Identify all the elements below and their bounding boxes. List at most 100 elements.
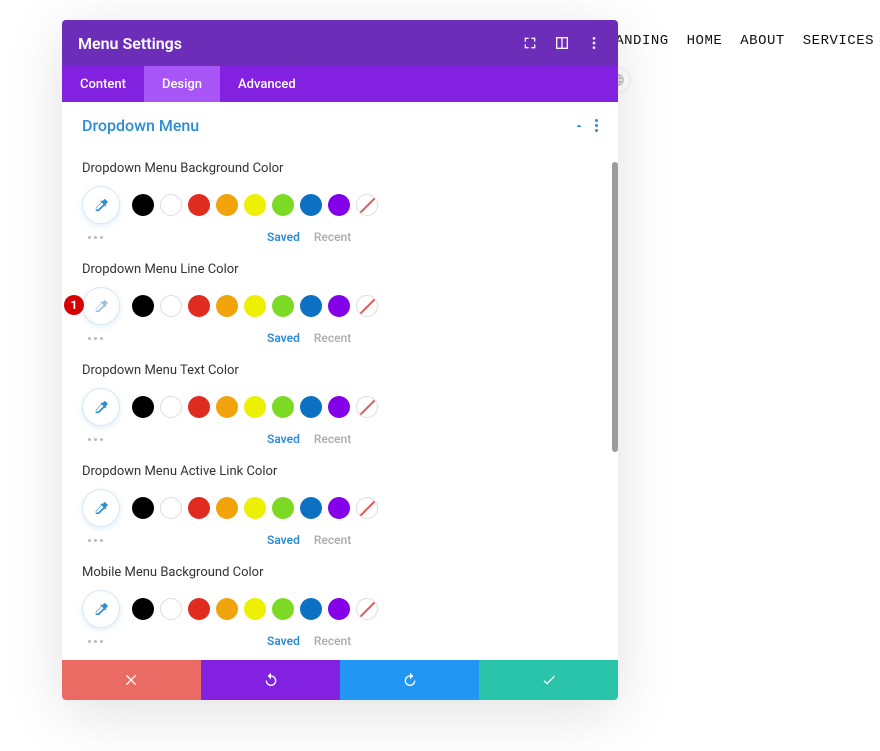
eyedropper-button[interactable] <box>82 287 120 325</box>
group-dropdown-bg: Dropdown Menu Background Color Saved <box>62 143 618 244</box>
section-title[interactable]: Dropdown Menu <box>82 116 573 135</box>
swatch-more-icon[interactable] <box>84 232 107 243</box>
swatch-none[interactable] <box>356 295 378 317</box>
swatch-black[interactable] <box>132 194 154 216</box>
swatch-purple[interactable] <box>328 194 350 216</box>
swatch-green[interactable] <box>272 497 294 519</box>
group-mobile-text: Mobile Menu Text Color Saved Re <box>62 648 618 660</box>
saved-tab[interactable]: Saved <box>267 634 300 648</box>
swatch-row <box>82 489 598 527</box>
recent-tab[interactable]: Recent <box>314 533 351 547</box>
swatch-white[interactable] <box>160 598 182 620</box>
swatch-green[interactable] <box>272 598 294 620</box>
swatch-row <box>82 388 598 426</box>
swatch-yellow[interactable] <box>244 598 266 620</box>
annotation-badge-1: 1 <box>64 295 84 315</box>
recent-tab[interactable]: Recent <box>314 432 351 446</box>
swatch-more-icon[interactable] <box>84 636 107 647</box>
swatch-none[interactable] <box>356 598 378 620</box>
swatch-green[interactable] <box>272 295 294 317</box>
nav-link-services[interactable]: SERVICES <box>803 33 874 49</box>
more-icon[interactable] <box>586 35 602 51</box>
swatch-purple[interactable] <box>328 396 350 418</box>
swatch-purple[interactable] <box>328 598 350 620</box>
swatch-none[interactable] <box>356 497 378 519</box>
redo-button[interactable] <box>340 660 479 700</box>
eyedropper-button[interactable] <box>82 590 120 628</box>
swatch-blue[interactable] <box>300 598 322 620</box>
eyedropper-button[interactable] <box>82 489 120 527</box>
tab-advanced[interactable]: Advanced <box>220 66 314 102</box>
swatch-more-icon[interactable] <box>84 535 107 546</box>
swatch-more-icon[interactable] <box>84 333 107 344</box>
nav-link-about[interactable]: ABOUT <box>740 33 785 49</box>
swatch-orange[interactable] <box>216 396 238 418</box>
swatch-white[interactable] <box>160 295 182 317</box>
recent-tab[interactable]: Recent <box>314 230 351 244</box>
expand-icon[interactable] <box>522 35 538 51</box>
swatch-white[interactable] <box>160 396 182 418</box>
swatch-red[interactable] <box>188 497 210 519</box>
swatch-orange[interactable] <box>216 497 238 519</box>
tab-content[interactable]: Content <box>62 66 144 102</box>
recent-tab[interactable]: Recent <box>314 331 351 345</box>
undo-button[interactable] <box>201 660 340 700</box>
swatch-red[interactable] <box>188 396 210 418</box>
recent-tab[interactable]: Recent <box>314 634 351 648</box>
group-mobile-bg: Mobile Menu Background Color Saved <box>62 547 618 648</box>
swatch-orange[interactable] <box>216 598 238 620</box>
group-dropdown-active-link: Dropdown Menu Active Link Color Saved <box>62 446 618 547</box>
tabs: Content Design Advanced <box>62 66 618 102</box>
swatch-red[interactable] <box>188 598 210 620</box>
swatch-green[interactable] <box>272 396 294 418</box>
saved-tab[interactable]: Saved <box>267 432 300 446</box>
header-actions <box>522 35 602 51</box>
confirm-button[interactable] <box>479 660 618 700</box>
eyedropper-button[interactable] <box>82 388 120 426</box>
swatch-yellow[interactable] <box>244 194 266 216</box>
section-more-icon[interactable] <box>595 119 598 132</box>
tab-design[interactable]: Design <box>144 66 220 102</box>
swatch-none[interactable] <box>356 194 378 216</box>
swatch-yellow[interactable] <box>244 497 266 519</box>
menu-settings-panel: Menu Settings Content Design Advanced Dr… <box>62 20 618 700</box>
swatch-orange[interactable] <box>216 295 238 317</box>
swatch-yellow[interactable] <box>244 396 266 418</box>
swatch-none[interactable] <box>356 396 378 418</box>
saved-tab[interactable]: Saved <box>267 331 300 345</box>
panel-layout-icon[interactable] <box>554 35 570 51</box>
group-label: Mobile Menu Background Color <box>82 565 598 580</box>
group-dropdown-line: Dropdown Menu Line Color 1 Saved <box>62 244 618 345</box>
swatch-purple[interactable] <box>328 497 350 519</box>
swatch-blue[interactable] <box>300 396 322 418</box>
eyedropper-button[interactable] <box>82 186 120 224</box>
swatch-black[interactable] <box>132 396 154 418</box>
saved-tab[interactable]: Saved <box>267 230 300 244</box>
swatch-black[interactable] <box>132 598 154 620</box>
swatch-more-icon[interactable] <box>84 434 107 445</box>
group-label: Dropdown Menu Background Color <box>82 161 598 176</box>
collapse-icon[interactable] <box>573 120 585 132</box>
swatch-row: 1 <box>82 287 598 325</box>
panel-footer <box>62 660 618 700</box>
page-nav: LANDING HOME ABOUT SERVICES <box>606 33 874 49</box>
nav-link-home[interactable]: HOME <box>687 33 723 49</box>
swatch-white[interactable] <box>160 194 182 216</box>
swatch-yellow[interactable] <box>244 295 266 317</box>
swatch-white[interactable] <box>160 497 182 519</box>
swatch-row <box>82 186 598 224</box>
swatch-blue[interactable] <box>300 194 322 216</box>
swatch-black[interactable] <box>132 497 154 519</box>
swatch-orange[interactable] <box>216 194 238 216</box>
swatch-blue[interactable] <box>300 295 322 317</box>
saved-tab[interactable]: Saved <box>267 533 300 547</box>
close-button[interactable] <box>62 660 201 700</box>
group-label: Dropdown Menu Line Color <box>82 262 598 277</box>
swatch-red[interactable] <box>188 295 210 317</box>
swatch-red[interactable] <box>188 194 210 216</box>
group-label: Dropdown Menu Active Link Color <box>82 464 598 479</box>
swatch-purple[interactable] <box>328 295 350 317</box>
swatch-blue[interactable] <box>300 497 322 519</box>
swatch-black[interactable] <box>132 295 154 317</box>
swatch-green[interactable] <box>272 194 294 216</box>
